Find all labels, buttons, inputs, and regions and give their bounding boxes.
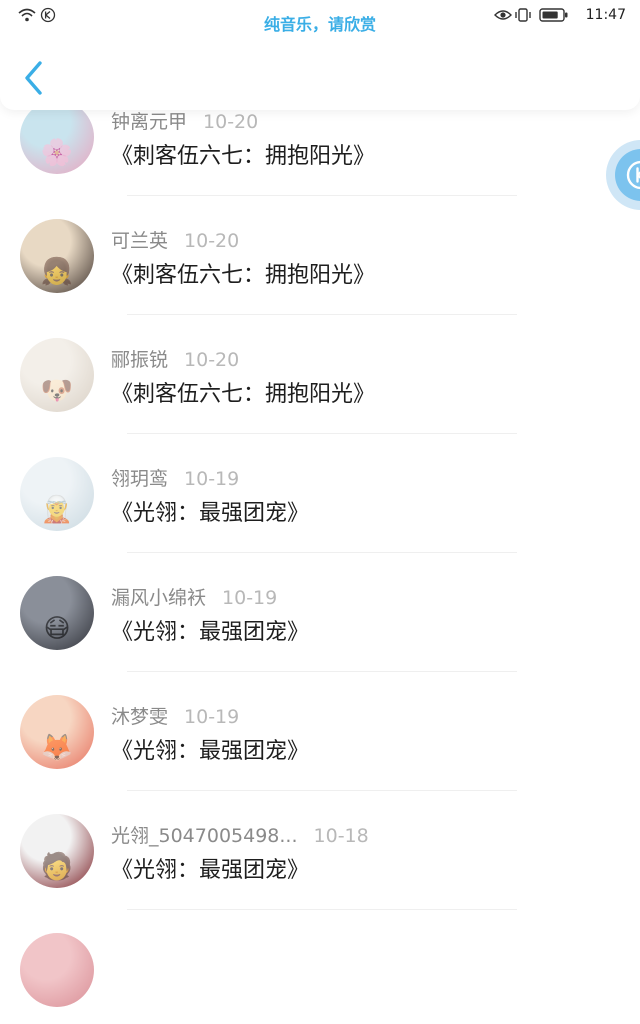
comment-meta: 钟离元甲 10-20 bbox=[111, 107, 258, 137]
comment-meta: 光翎_5047005498... 10-18 bbox=[111, 821, 369, 851]
list-item[interactable]: 🧑 光翎_5047005498... 10-18 《光翎：最强团宠》 bbox=[0, 749, 640, 910]
comment-date: 10-20 bbox=[184, 349, 240, 371]
user-name[interactable]: 沐梦雯 bbox=[111, 706, 168, 728]
page-title: 纯音乐，请欣赏 bbox=[263, 15, 376, 34]
user-name[interactable]: 漏风小绵袄 bbox=[111, 587, 206, 609]
list-item[interactable]: 🦊 沐梦雯 10-19 《光翎：最强团宠》 bbox=[0, 630, 640, 791]
list-item[interactable] bbox=[0, 868, 640, 1007]
comment-meta: 郦振锐 10-20 bbox=[111, 345, 239, 375]
comment-date: 10-19 bbox=[184, 468, 240, 490]
comment-date: 10-20 bbox=[203, 111, 259, 133]
comment-date: 10-19 bbox=[222, 587, 278, 609]
floating-widget-inner bbox=[615, 149, 640, 201]
list-item[interactable]: 👧 可兰英 10-20 《刺客伍六七：拥抱阳光》 bbox=[0, 154, 640, 315]
user-name[interactable]: 可兰英 bbox=[111, 230, 168, 252]
comment-date: 10-20 bbox=[184, 230, 240, 252]
chevron-left-icon bbox=[25, 61, 42, 95]
comment-date: 10-19 bbox=[184, 706, 240, 728]
top-bar: 11:47 纯音乐，请欣赏 bbox=[0, 0, 640, 110]
user-name[interactable]: 翎玥鸾 bbox=[111, 468, 168, 490]
screen: 《刺客伍六七：拥抱阳光》🌸钟离元甲10-20《刺客伍六七：拥抱阳光》👧可兰英10… bbox=[0, 0, 640, 1024]
list-item[interactable]: 😷 漏风小绵袄 10-19 《光翎：最强团宠》 bbox=[0, 511, 640, 672]
comment-date: 10-18 bbox=[313, 825, 369, 847]
comment-meta: 翎玥鸾 10-19 bbox=[111, 464, 239, 494]
avatar[interactable] bbox=[20, 933, 94, 1007]
comment-meta: 可兰英 10-20 bbox=[111, 226, 239, 256]
back-button[interactable] bbox=[16, 58, 52, 98]
list-item[interactable]: 🧝 翎玥鸾 10-19 《光翎：最强团宠》 bbox=[0, 392, 640, 553]
user-name[interactable]: 郦振锐 bbox=[111, 349, 168, 371]
user-name[interactable]: 光翎_5047005498... bbox=[111, 825, 298, 847]
comment-meta: 漏风小绵袄 10-19 bbox=[111, 583, 277, 613]
user-name[interactable]: 钟离元甲 bbox=[111, 111, 187, 133]
list-item[interactable]: 🐶 郦振锐 10-20 《刺客伍六七：拥抱阳光》 bbox=[0, 273, 640, 434]
k-widget-icon bbox=[626, 160, 640, 190]
comment-meta: 沐梦雯 10-19 bbox=[111, 702, 239, 732]
